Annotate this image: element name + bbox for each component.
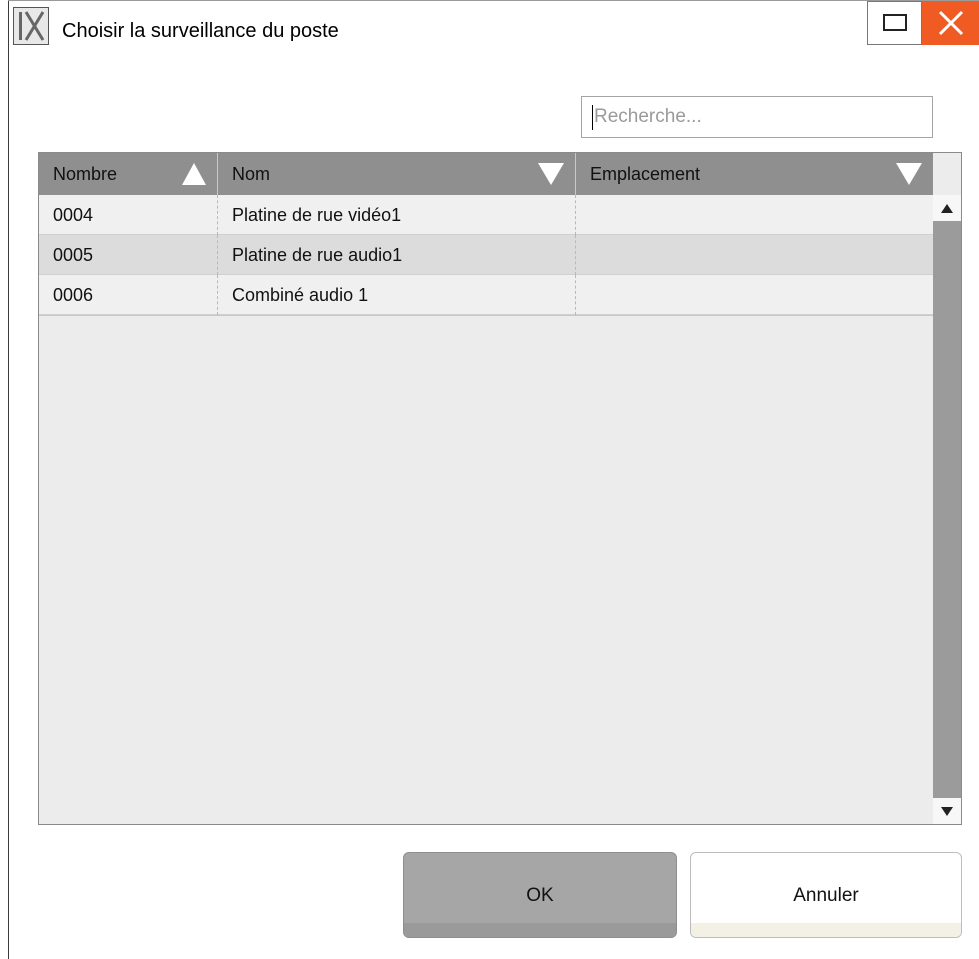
button-bottom-shade (404, 923, 676, 937)
ix-app-icon (13, 7, 49, 45)
cell-nombre: 0004 (53, 205, 94, 225)
scroll-down-button[interactable] (933, 798, 961, 824)
column-header-nom[interactable]: Nom (218, 153, 575, 195)
scrollbar-track[interactable] (933, 221, 961, 798)
table-row[interactable]: 0004 Platine de rue vidéo1 (39, 195, 933, 235)
column-label: Nom (232, 164, 271, 184)
cell-nombre: 0006 (53, 285, 94, 305)
column-header-nombre[interactable]: Nombre (39, 153, 217, 195)
close-button[interactable] (922, 1, 979, 45)
window-left-border (8, 0, 9, 959)
button-bottom-shade (691, 923, 961, 937)
table-row[interactable]: 0006 Combiné audio 1 (39, 275, 933, 315)
stations-table: Nombre Nom Emplacement 0004 Platine de r… (38, 152, 962, 825)
maximize-button[interactable] (867, 1, 922, 45)
sort-ascending-icon (182, 163, 206, 185)
cancel-button-label: Annuler (793, 885, 859, 906)
rows-bottom-divider (39, 315, 933, 316)
cell-emplacement (575, 235, 933, 275)
cancel-button[interactable]: Annuler (690, 852, 962, 938)
sort-descending-icon (896, 163, 922, 185)
ok-button-label: OK (526, 885, 554, 906)
header-corner (933, 153, 961, 195)
ok-button[interactable]: OK (403, 852, 677, 938)
text-caret (592, 105, 593, 130)
maximize-icon (883, 14, 907, 31)
window-title: Choisir la surveillance du poste (62, 20, 339, 42)
search-box[interactable] (581, 96, 933, 138)
cell-emplacement (575, 195, 933, 235)
cell-nombre: 0005 (53, 245, 94, 265)
sort-descending-icon (538, 163, 564, 185)
table-header: Nombre Nom Emplacement (39, 153, 933, 195)
scroll-down-arrow-icon (941, 807, 953, 816)
column-label: Nombre (53, 164, 118, 184)
column-header-emplacement[interactable]: Emplacement (576, 153, 933, 195)
close-icon (938, 10, 964, 36)
scroll-up-arrow-icon (941, 204, 953, 213)
title-bar: Choisir la surveillance du poste (9, 1, 979, 49)
vertical-scrollbar[interactable] (933, 195, 961, 824)
column-label: Emplacement (590, 164, 701, 184)
cell-nom: Platine de rue vidéo1 (217, 195, 575, 235)
cell-emplacement (575, 275, 933, 315)
scroll-up-button[interactable] (933, 195, 961, 221)
cell-nom: Platine de rue audio1 (217, 235, 575, 275)
search-input[interactable] (582, 97, 932, 137)
table-row[interactable]: 0005 Platine de rue audio1 (39, 235, 933, 275)
cell-nom: Combiné audio 1 (217, 275, 575, 315)
